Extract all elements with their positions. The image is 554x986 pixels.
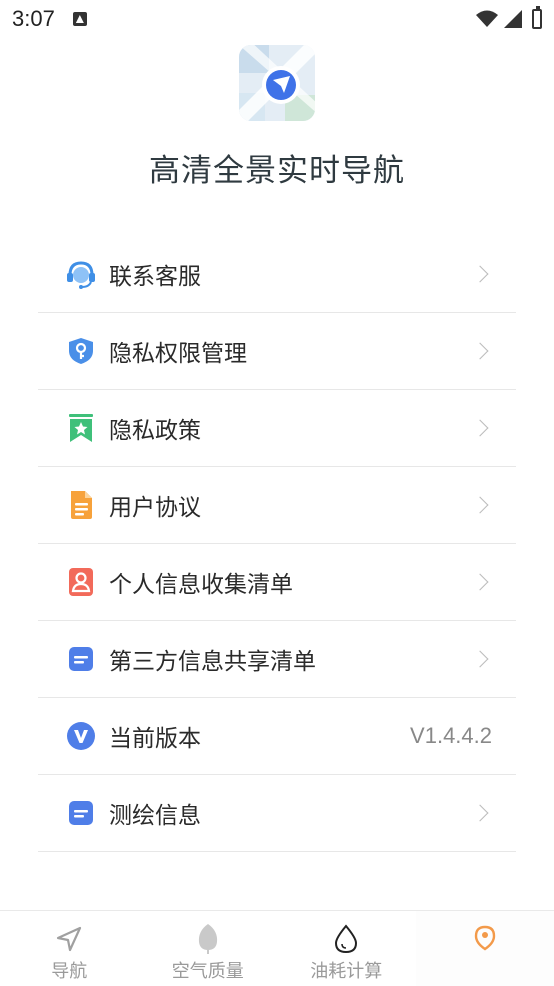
menu-item-third-party-sharing[interactable]: 第三方信息共享清单	[38, 621, 516, 698]
status-bar: 3:07	[0, 0, 554, 38]
bookmark-star-icon	[65, 412, 97, 444]
list-doc-icon	[65, 643, 97, 675]
chevron-right-icon	[471, 419, 489, 437]
battery-icon	[532, 6, 542, 29]
map-navigation-logo-icon	[239, 45, 315, 121]
menu-item-label: 用户协议	[109, 495, 201, 521]
version-v-icon	[65, 720, 97, 752]
menu-item-current-version[interactable]: 当前版本 V1.4.4.2	[38, 698, 516, 775]
tab-navigation[interactable]: 导航	[0, 911, 139, 986]
tab-label: 导航	[51, 961, 88, 982]
customer-service-icon	[65, 258, 97, 290]
app-title: 高清全景实时导航	[149, 153, 405, 189]
list-doc-icon	[65, 797, 97, 829]
chevron-right-icon	[471, 265, 489, 283]
menu-item-privacy-permission[interactable]: 隐私权限管理	[38, 313, 516, 390]
document-icon	[65, 489, 97, 521]
version-value: V1.4.4.2	[410, 723, 492, 748]
menu-item-label: 当前版本	[109, 726, 201, 752]
chevron-right-icon	[471, 804, 489, 822]
menu-item-label: 个人信息收集清单	[109, 572, 293, 598]
tab-label: 油耗计算	[310, 961, 383, 982]
menu-item-label: 隐私权限管理	[109, 341, 247, 367]
menu-item-user-agreement[interactable]: 用户协议	[38, 467, 516, 544]
tab-label: 空气质量	[171, 961, 244, 982]
signal-icon	[504, 10, 522, 28]
settings-menu: 联系客服 隐私权限管理 隐私政策 用户协议 个人信息收集清单 第三方信息共享清单…	[38, 236, 516, 852]
bottom-tab-bar: 导航 空气质量 油耗计算	[0, 910, 554, 986]
chevron-right-icon	[471, 650, 489, 668]
status-icons	[476, 6, 542, 29]
chevron-right-icon	[471, 573, 489, 591]
tab-air-quality[interactable]: 空气质量	[139, 911, 278, 986]
leaf-icon	[192, 923, 224, 955]
menu-item-label: 第三方信息共享清单	[109, 649, 316, 675]
wifi-icon	[476, 10, 498, 27]
chevron-right-icon	[471, 342, 489, 360]
menu-item-label: 测绘信息	[109, 803, 201, 829]
tab-fuel-calc[interactable]: 油耗计算	[277, 911, 416, 986]
person-card-icon	[65, 566, 97, 598]
navigation-arrow-icon	[53, 923, 85, 955]
drop-icon	[330, 923, 362, 955]
menu-item-contact-service[interactable]: 联系客服	[38, 236, 516, 313]
pin-icon	[469, 923, 501, 955]
app-logo	[239, 45, 315, 121]
tab-mine[interactable]	[415, 911, 554, 986]
menu-item-label: 联系客服	[109, 264, 201, 290]
chevron-right-icon	[471, 496, 489, 514]
status-time: 3:07	[12, 6, 55, 31]
menu-item-label: 隐私政策	[109, 418, 201, 444]
menu-item-privacy-policy[interactable]: 隐私政策	[38, 390, 516, 467]
notification-icon	[72, 12, 87, 26]
menu-item-personal-info-list[interactable]: 个人信息收集清单	[38, 544, 516, 621]
shield-key-icon	[65, 335, 97, 367]
menu-item-surveying-info[interactable]: 测绘信息	[38, 775, 516, 852]
